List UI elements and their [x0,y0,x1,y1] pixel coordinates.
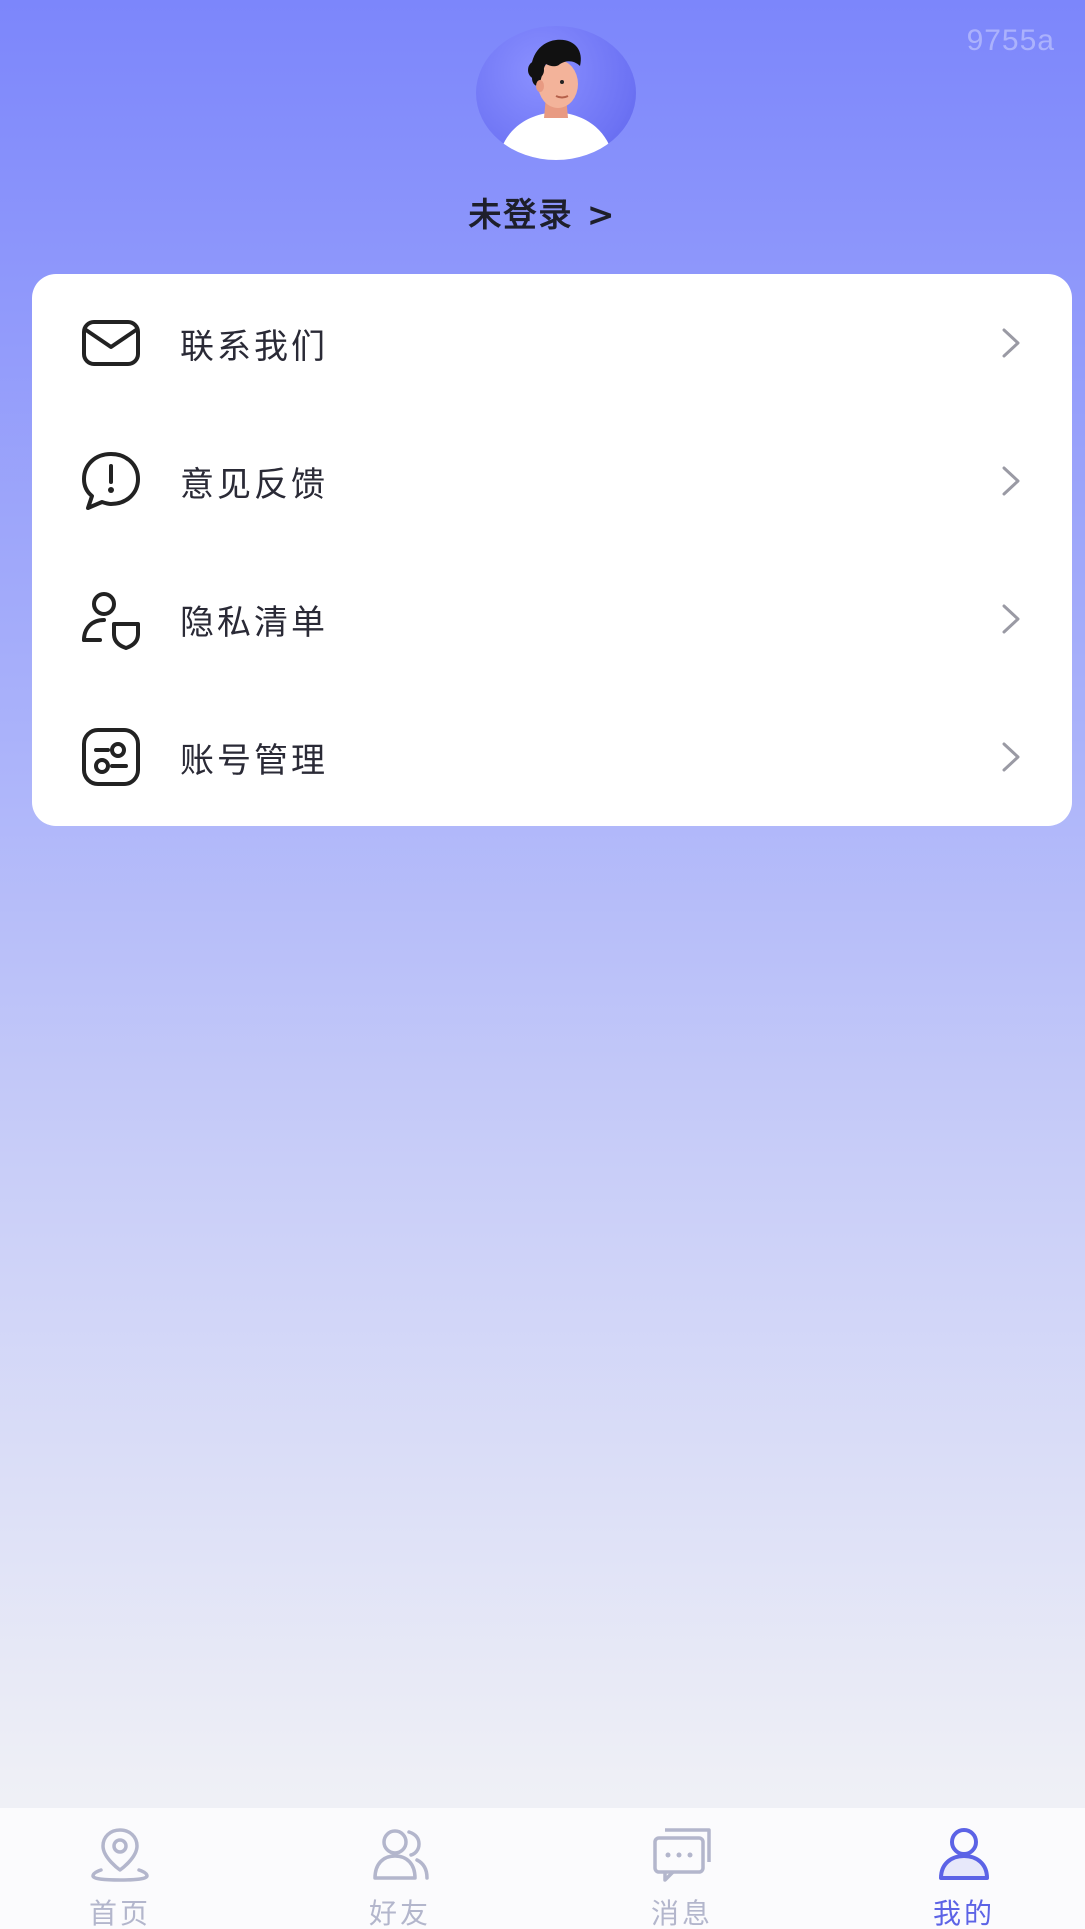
tab-label: 我的 [932,1897,995,1929]
friends-icon [369,1826,431,1882]
tab-home[interactable]: 首页 [40,1808,200,1929]
privacy-icon [78,586,144,652]
version-text: 9755a [966,24,1055,57]
chevron-right-icon [998,740,1024,774]
menu-item-feedback[interactable]: 意见反馈 [32,412,1072,550]
bottom-tab-bar: 首页 好友 消息 我的 [0,1808,1085,1929]
chevron-right-icon [998,602,1024,636]
menu-item-label: 意见反馈 [180,464,328,505]
menu-card: 联系我们 意见反馈 隐私清单 账号管理 [32,274,1072,826]
chevron-right-icon [998,464,1024,498]
menu-item-label: 联系我们 [180,326,328,367]
tab-mine[interactable]: 我的 [884,1808,1044,1929]
menu-item-privacy-list[interactable]: 隐私清单 [32,550,1072,688]
profile-screen: 9755a 未登录 > 联系我们 意见反馈 隐私清单 账号管理 首页 好友 消息… [0,0,1085,1929]
avatar[interactable] [476,26,636,160]
tab-messages[interactable]: 消息 [602,1808,762,1929]
menu-item-account-management[interactable]: 账号管理 [32,688,1072,826]
menu-item-contact-us[interactable]: 联系我们 [32,274,1072,412]
tab-label: 首页 [88,1897,151,1929]
feedback-icon [78,448,144,514]
login-link[interactable]: 未登录 > [0,188,1085,236]
message-icon [651,1826,713,1882]
menu-item-label: 账号管理 [180,740,328,781]
user-icon [933,1826,995,1882]
tab-label: 消息 [650,1897,713,1929]
location-icon [89,1826,151,1882]
tab-label: 好友 [368,1897,431,1929]
tab-friends[interactable]: 好友 [320,1808,480,1929]
account-settings-icon [78,724,144,790]
menu-item-label: 隐私清单 [180,602,328,643]
mail-icon [78,310,144,376]
chevron-right-icon [998,326,1024,360]
avatar-illustration-icon [498,39,614,160]
